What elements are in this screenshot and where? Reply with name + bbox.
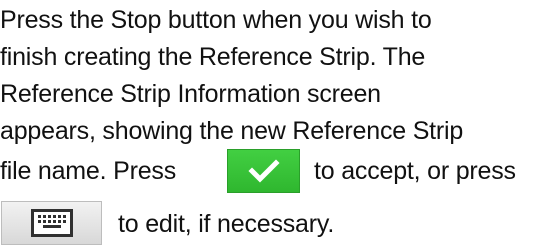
instruction-line-5-end: to accept, or press: [314, 157, 516, 185]
instruction-paragraph: Press the Stop button when you wish to f…: [0, 0, 556, 248]
keyboard-icon: [30, 209, 73, 237]
accept-button[interactable]: [227, 149, 300, 193]
checkmark-icon: [247, 159, 280, 183]
instruction-line-3: Reference Strip Information screen: [0, 80, 381, 108]
edit-button[interactable]: [1, 201, 102, 245]
instruction-line-1: Press the Stop button when you wish to: [0, 6, 432, 34]
instruction-line-2: finish creating the Reference Strip. The: [0, 43, 426, 71]
instruction-line-4: appears, showing the new Reference Strip: [0, 117, 464, 145]
instruction-line-6: to edit, if necessary.: [118, 210, 335, 238]
instruction-line-5-start: file name. Press: [0, 157, 177, 185]
